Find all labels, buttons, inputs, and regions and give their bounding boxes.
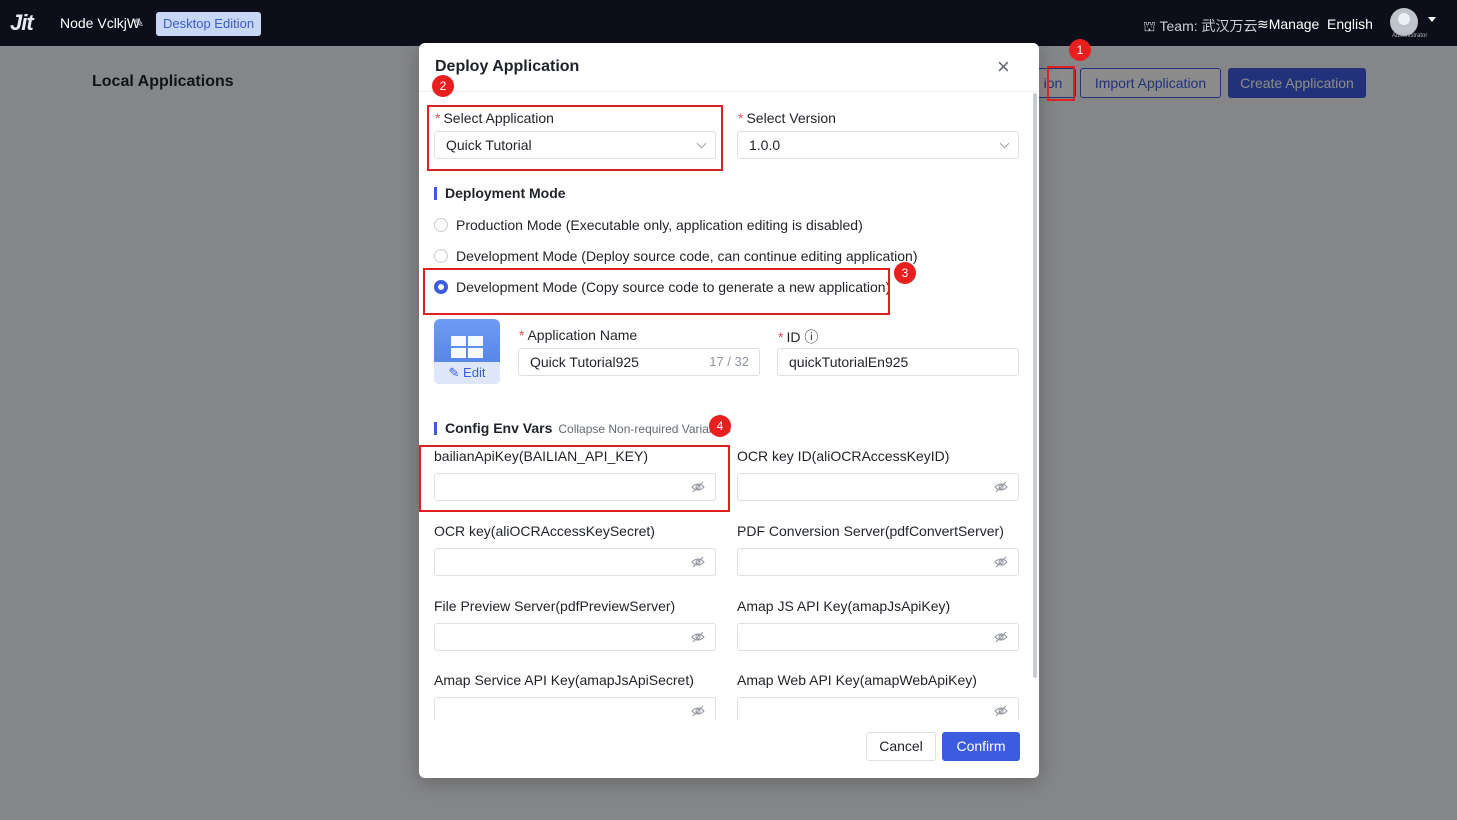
close-icon[interactable]: × — [997, 56, 1010, 78]
team-selector[interactable]: ⛫ Team: 武汉万云 — [1143, 16, 1258, 37]
eye-off-icon[interactable] — [691, 704, 705, 718]
pencil-icon[interactable]: ✎ — [134, 16, 144, 30]
cancel-button[interactable]: Cancel — [866, 732, 936, 761]
select-version-value: 1.0.0 — [749, 137, 781, 153]
radio-production-mode[interactable]: Production Mode (Executable only, applic… — [434, 217, 863, 233]
id-label: * ID ⓘ — [778, 329, 819, 345]
eye-off-icon[interactable] — [994, 480, 1008, 494]
windows-icon — [451, 336, 483, 358]
env-label-ocr-key-secret: OCR key(aliOCRAccessKeySecret) — [434, 523, 655, 539]
annotation-badge-1: 1 — [1069, 39, 1091, 61]
env-input-amap-js-api-key[interactable] — [737, 623, 1019, 651]
character-counter: 17 / 32 — [709, 354, 749, 369]
application-name-label: * Application Name — [519, 327, 638, 343]
radio-label: Production Mode (Executable only, applic… — [456, 217, 863, 233]
edition-badge: Desktop Edition — [156, 12, 262, 36]
radio-label: Development Mode (Deploy source code, ca… — [456, 248, 918, 264]
env-input-ocr-key-secret[interactable] — [434, 548, 716, 576]
annotation-badge-4: 4 — [709, 415, 731, 437]
annotation-badge-2: 2 — [432, 75, 454, 97]
jit-logo: Jit — [10, 10, 34, 35]
modal-title: Deploy Application — [435, 58, 580, 75]
eye-off-icon[interactable] — [994, 555, 1008, 569]
annotation-badge-3: 3 — [894, 262, 916, 284]
node-name[interactable]: Node VclkjW — [60, 15, 140, 31]
manage-link[interactable]: ≋Manage — [1257, 16, 1319, 33]
env-label-pdf-convert-server: PDF Conversion Server(pdfConvertServer) — [737, 523, 1004, 539]
env-label-pdf-preview-server: File Preview Server(pdfPreviewServer) — [434, 598, 676, 614]
config-env-vars-heading: Config Env Vars Collapse Non-required Var… — [434, 420, 731, 436]
chevron-down-icon[interactable] — [1428, 17, 1436, 22]
avatar[interactable] — [1390, 8, 1418, 36]
application-name-value: Quick Tutorial925 — [530, 354, 639, 370]
env-input-pdf-preview-server[interactable] — [434, 623, 716, 651]
radio-button[interactable] — [434, 218, 448, 232]
confirm-button[interactable]: Confirm — [942, 732, 1020, 761]
divider — [419, 91, 1039, 92]
eye-off-icon[interactable] — [691, 630, 705, 644]
annotation-box-2 — [427, 105, 723, 171]
id-input[interactable]: quickTutorialEn925 — [777, 348, 1019, 376]
application-name-input[interactable]: Quick Tutorial925 17 / 32 — [518, 348, 760, 376]
env-label-amap-web-api-key: Amap Web API Key(amapWebApiKey) — [737, 672, 977, 688]
language-switch[interactable]: English — [1327, 16, 1373, 32]
select-version-label: * Select Version — [738, 110, 836, 126]
collapse-non-required-link[interactable]: Collapse Non-required Variables — [558, 422, 731, 436]
env-input-amap-web-api-key[interactable] — [737, 697, 1019, 720]
eye-off-icon[interactable] — [994, 704, 1008, 718]
eye-off-icon[interactable] — [994, 630, 1008, 644]
env-label-amap-js-api-secret: Amap Service API Key(amapJsApiSecret) — [434, 672, 694, 688]
top-bar: Jit Node VclkjW ✎ Desktop Edition ⛫ Team… — [0, 0, 1457, 46]
env-label-ocr-key-id: OCR key ID(aliOCRAccessKeyID) — [737, 448, 950, 464]
env-input-pdf-convert-server[interactable] — [737, 548, 1019, 576]
select-version-dropdown[interactable]: 1.0.0 — [737, 131, 1019, 159]
annotation-box-1 — [1047, 66, 1075, 101]
annotation-box-4 — [419, 445, 730, 512]
chevron-down-icon — [999, 138, 1010, 149]
id-value: quickTutorialEn925 — [789, 354, 909, 370]
radio-development-deploy-mode[interactable]: Development Mode (Deploy source code, ca… — [434, 248, 918, 264]
application-icon[interactable]: ✎ Edit — [434, 319, 500, 384]
env-input-amap-js-api-secret[interactable] — [434, 697, 716, 720]
annotation-box-3 — [423, 268, 890, 315]
edit-icon-button[interactable]: ✎ Edit — [434, 362, 500, 384]
env-label-amap-js-api-key: Amap JS API Key(amapJsApiKey) — [737, 598, 951, 614]
avatar-label: Administrator — [1392, 33, 1428, 39]
eye-off-icon[interactable] — [691, 555, 705, 569]
scrollbar[interactable] — [1033, 93, 1037, 678]
radio-button[interactable] — [434, 249, 448, 263]
deployment-mode-heading: Deployment Mode — [434, 185, 566, 201]
env-input-ocr-key-id[interactable] — [737, 473, 1019, 501]
